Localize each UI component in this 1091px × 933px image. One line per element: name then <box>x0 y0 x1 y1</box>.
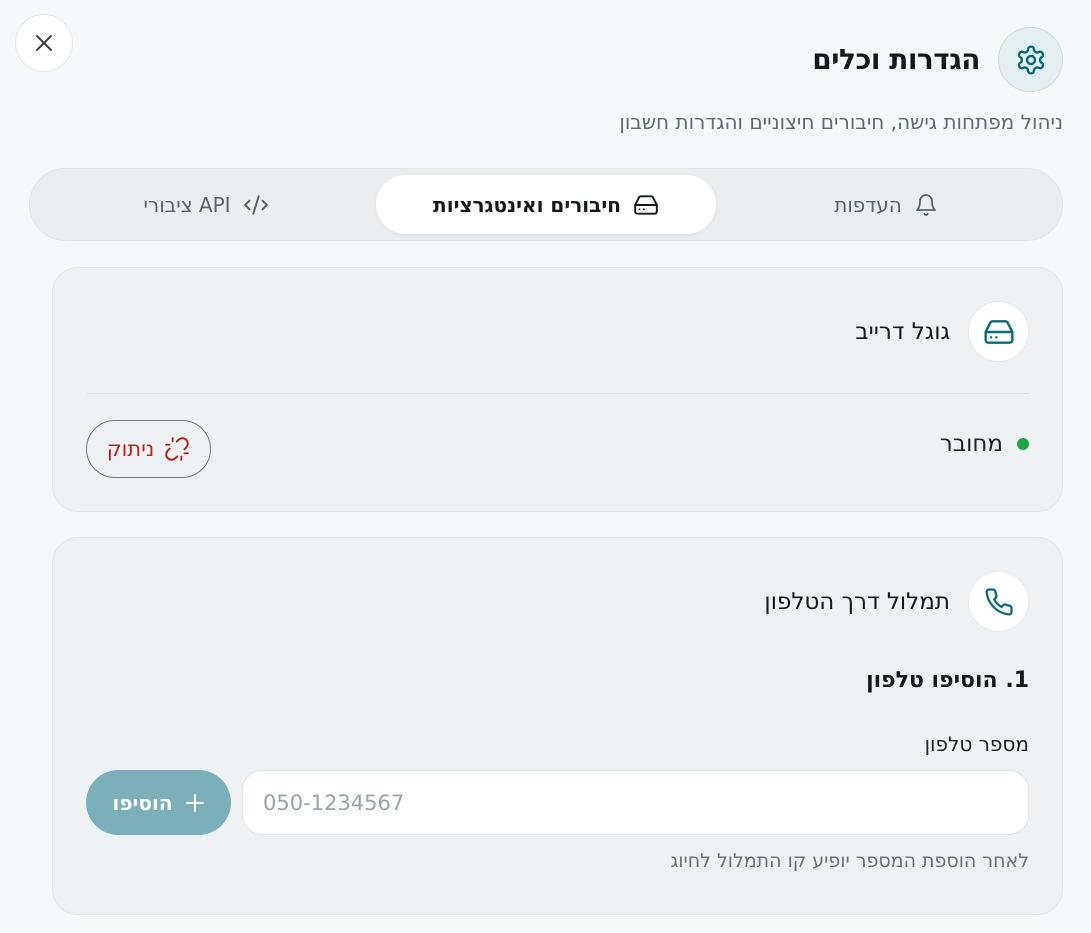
hard-drive-icon <box>633 192 659 218</box>
plus-icon <box>185 793 205 813</box>
disconnect-label: ניתוק <box>106 437 155 461</box>
phone-icon <box>968 571 1029 632</box>
tab-integrations[interactable]: חיבורים ואינטגרציות <box>376 175 716 234</box>
code-icon <box>243 192 269 218</box>
tab-public-api[interactable]: API ציבורי <box>36 175 376 234</box>
gear-icon <box>998 27 1063 92</box>
tab-preferences-label: העדפות <box>834 192 902 217</box>
status-text: מחובר <box>939 431 1003 457</box>
add-phone-label: הוסיפו <box>112 790 173 815</box>
page-title: הגדרות וכלים <box>812 43 980 76</box>
tab-preferences[interactable]: העדפות <box>716 175 1056 234</box>
page-header: הגדרות וכלים <box>812 27 1063 92</box>
close-button[interactable] <box>15 14 73 72</box>
status-dot <box>1017 438 1029 450</box>
page-subtitle: ניהול מפתחות גישה, חיבורים חיצוניים והגד… <box>619 110 1063 134</box>
google-drive-card: גוגל דרייב מחובר ניתוק <box>52 267 1063 512</box>
phone-transcription-card: תמלול דרך הטלפון 1. הוסיפו טלפון מספר טל… <box>52 537 1063 915</box>
step-title: 1. הוסיפו טלפון <box>866 668 1029 693</box>
tab-bar: העדפות חיבורים ואינטגרציות API ציבורי <box>29 168 1063 241</box>
close-icon <box>34 33 54 53</box>
bell-icon <box>914 193 938 217</box>
google-drive-title: גוגל דרייב <box>855 318 950 345</box>
settings-page: הגדרות וכלים ניהול מפתחות גישה, חיבורים … <box>0 0 1091 933</box>
google-drive-header: גוגל דרייב <box>855 301 1029 362</box>
divider <box>86 393 1029 394</box>
tab-public-api-label: API ציבורי <box>143 192 231 217</box>
tab-integrations-label: חיבורים ואינטגרציות <box>433 192 621 217</box>
phone-field-label: מספר טלפון <box>924 732 1029 756</box>
add-phone-button[interactable]: הוסיפו <box>86 770 231 835</box>
phone-header: תמלול דרך הטלפון <box>764 571 1029 632</box>
connection-status: מחובר <box>940 431 1029 457</box>
phone-title: תמלול דרך הטלפון <box>764 588 950 615</box>
phone-number-input[interactable] <box>242 770 1029 835</box>
hard-drive-icon <box>968 301 1029 362</box>
phone-hint: לאחר הוספת המספר יופיע קו התמלול לחיוג <box>670 850 1029 872</box>
unlink-icon <box>164 436 190 462</box>
disconnect-button[interactable]: ניתוק <box>86 420 211 478</box>
